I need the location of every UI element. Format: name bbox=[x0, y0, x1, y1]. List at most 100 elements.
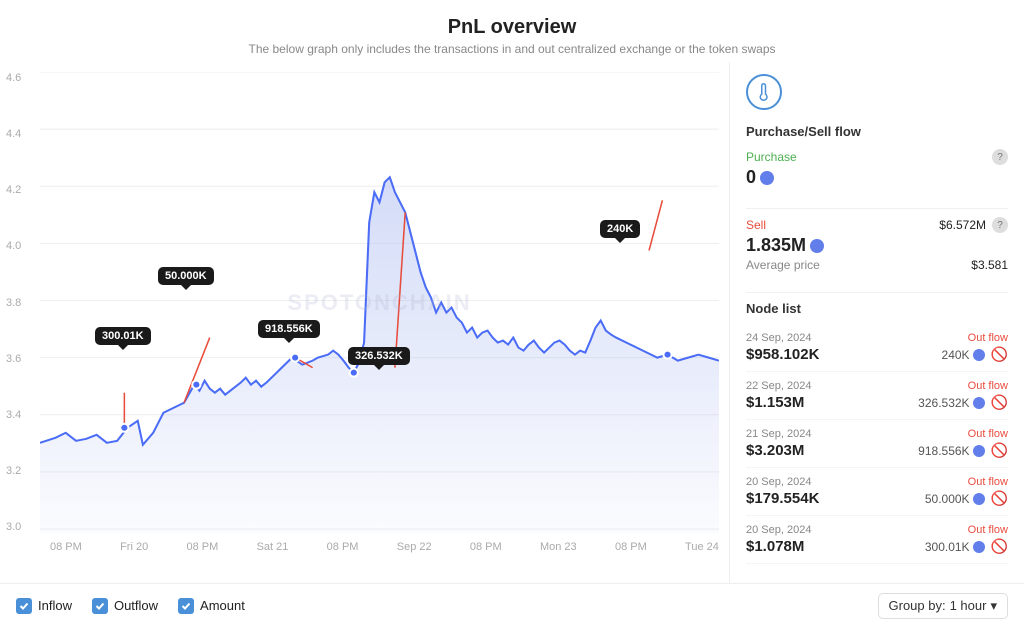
y-label: 3.6 bbox=[6, 353, 21, 365]
node-date: 24 Sep, 2024 bbox=[746, 332, 811, 344]
y-label: 4.0 bbox=[6, 240, 21, 252]
token-icon bbox=[973, 493, 985, 505]
x-label: 08 PM bbox=[50, 541, 82, 553]
list-item: 24 Sep, 2024 Out flow $958.102K 240K 🚫 bbox=[746, 324, 1008, 372]
node-amount: $3.203M bbox=[746, 442, 804, 459]
tooltip-326k: 326.532K bbox=[348, 347, 410, 365]
node-list-title: Node list bbox=[746, 301, 1008, 316]
node-flow: Out flow bbox=[968, 428, 1008, 440]
x-label: 08 PM bbox=[470, 541, 502, 553]
amount-checkbox-item[interactable]: Amount bbox=[178, 598, 245, 614]
section-title: Purchase/Sell flow bbox=[746, 124, 1008, 139]
node-amount: $1.153M bbox=[746, 394, 804, 411]
y-label: 4.4 bbox=[6, 128, 21, 140]
node-tokens: 240K bbox=[942, 348, 985, 362]
token-icon bbox=[973, 541, 985, 553]
inflow-label: Inflow bbox=[38, 598, 72, 613]
token-icon bbox=[973, 445, 985, 457]
x-label: Mon 23 bbox=[540, 541, 577, 553]
eth-coin-icon bbox=[760, 171, 774, 185]
node-tokens: 50.000K bbox=[925, 492, 985, 506]
eye-slash-icon[interactable]: 🚫 bbox=[991, 346, 1008, 363]
list-item: 22 Sep, 2024 Out flow $1.153M 326.532K 🚫 bbox=[746, 372, 1008, 420]
y-label: 3.8 bbox=[6, 297, 21, 309]
x-label: Sep 22 bbox=[397, 541, 432, 553]
bottom-bar: Inflow Outflow Amount Group by: 1 hour ▾ bbox=[0, 583, 1024, 627]
x-label: 08 PM bbox=[327, 541, 359, 553]
chart-svg bbox=[40, 72, 719, 533]
node-amount: $1.078M bbox=[746, 538, 804, 555]
y-label: 3.0 bbox=[6, 521, 21, 533]
tooltip-918k: 918.556K bbox=[258, 320, 320, 338]
x-label: 08 PM bbox=[186, 541, 218, 553]
main-content: 4.6 4.4 4.2 4.0 3.8 3.6 3.4 3.2 3.0 bbox=[0, 62, 1024, 583]
sell-label: Sell $6.572M ? bbox=[746, 217, 1008, 233]
purchase-help-icon[interactable]: ? bbox=[992, 149, 1008, 165]
group-by-dropdown[interactable]: Group by: 1 hour ▾ bbox=[878, 593, 1009, 619]
y-label: 4.2 bbox=[6, 184, 21, 196]
outflow-label: Outflow bbox=[114, 598, 158, 613]
node-date: 21 Sep, 2024 bbox=[746, 428, 811, 440]
purchase-label: Purchase ? bbox=[746, 149, 1008, 165]
y-label: 3.4 bbox=[6, 409, 21, 421]
sell-value: 1.835M bbox=[746, 235, 1008, 256]
eye-slash-icon[interactable]: 🚫 bbox=[991, 490, 1008, 507]
y-label: 3.2 bbox=[6, 465, 21, 477]
x-label: 08 PM bbox=[615, 541, 647, 553]
amount-checkbox[interactable] bbox=[178, 598, 194, 614]
x-label: Fri 20 bbox=[120, 541, 148, 553]
eye-slash-icon[interactable]: 🚫 bbox=[991, 394, 1008, 411]
inflow-checkbox-item[interactable]: Inflow bbox=[16, 598, 72, 614]
purchase-metric: Purchase ? 0 bbox=[746, 149, 1008, 188]
page-title: PnL overview bbox=[0, 16, 1024, 39]
node-tokens: 326.532K bbox=[918, 396, 984, 410]
chevron-down-icon: ▾ bbox=[990, 598, 997, 614]
sell-coin-icon bbox=[810, 239, 824, 253]
token-icon bbox=[973, 349, 985, 361]
outflow-checkbox[interactable] bbox=[92, 598, 108, 614]
sell-metric: Sell $6.572M ? 1.835M Average price $3.5… bbox=[746, 217, 1008, 272]
chart-area: 4.6 4.4 4.2 4.0 3.8 3.6 3.4 3.2 3.0 bbox=[0, 62, 729, 583]
node-list: 24 Sep, 2024 Out flow $958.102K 240K 🚫 2… bbox=[746, 324, 1008, 564]
x-axis: 08 PM Fri 20 08 PM Sat 21 08 PM Sep 22 08 PM Mo… bbox=[40, 541, 729, 553]
eye-slash-icon[interactable]: 🚫 bbox=[991, 538, 1008, 555]
panel-icon bbox=[746, 74, 782, 110]
divider-1 bbox=[746, 208, 1008, 209]
sell-avg: Average price $3.581 bbox=[746, 258, 1008, 272]
node-tokens: 300.01K bbox=[925, 540, 985, 554]
list-item: 20 Sep, 2024 Out flow $179.554K 50.000K … bbox=[746, 468, 1008, 516]
sell-help-icon[interactable]: ? bbox=[992, 217, 1008, 233]
node-flow: Out flow bbox=[968, 524, 1008, 536]
node-date: 22 Sep, 2024 bbox=[746, 380, 811, 392]
tooltip-50k: 50.000K bbox=[158, 267, 214, 285]
node-amount: $958.102K bbox=[746, 346, 819, 363]
thermometer-icon bbox=[755, 83, 773, 101]
tooltip-300k: 300.01K bbox=[95, 327, 151, 345]
chart-svg-container: SPOTONCHAIN 300.01K 50.000K 918.556K 326… bbox=[40, 72, 719, 533]
divider-2 bbox=[746, 292, 1008, 293]
group-by-value: 1 hour bbox=[950, 598, 987, 613]
x-label: Sat 21 bbox=[257, 541, 289, 553]
inflow-checkbox[interactable] bbox=[16, 598, 32, 614]
node-tokens: 918.556K bbox=[918, 444, 984, 458]
y-label: 4.6 bbox=[6, 72, 21, 84]
group-by-prefix: Group by: bbox=[889, 598, 946, 613]
page-subtitle: The below graph only includes the transa… bbox=[0, 42, 1024, 56]
amount-label: Amount bbox=[200, 598, 245, 613]
node-flow: Out flow bbox=[968, 332, 1008, 344]
y-axis: 4.6 4.4 4.2 4.0 3.8 3.6 3.4 3.2 3.0 bbox=[6, 72, 21, 533]
token-icon bbox=[973, 397, 985, 409]
eye-slash-icon[interactable]: 🚫 bbox=[991, 442, 1008, 459]
list-item: 21 Sep, 2024 Out flow $3.203M 918.556K 🚫 bbox=[746, 420, 1008, 468]
tooltip-240k: 240K bbox=[600, 220, 640, 238]
page-header: PnL overview The below graph only includ… bbox=[0, 0, 1024, 62]
node-date: 20 Sep, 2024 bbox=[746, 476, 811, 488]
node-date: 20 Sep, 2024 bbox=[746, 524, 811, 536]
purchase-value: 0 bbox=[746, 167, 1008, 188]
node-flow: Out flow bbox=[968, 380, 1008, 392]
right-panel: Purchase/Sell flow Purchase ? 0 Sell bbox=[729, 62, 1024, 583]
outflow-checkbox-item[interactable]: Outflow bbox=[92, 598, 158, 614]
list-item: 20 Sep, 2024 Out flow $1.078M 300.01K 🚫 bbox=[746, 516, 1008, 564]
page: PnL overview The below graph only includ… bbox=[0, 0, 1024, 627]
node-flow: Out flow bbox=[968, 476, 1008, 488]
